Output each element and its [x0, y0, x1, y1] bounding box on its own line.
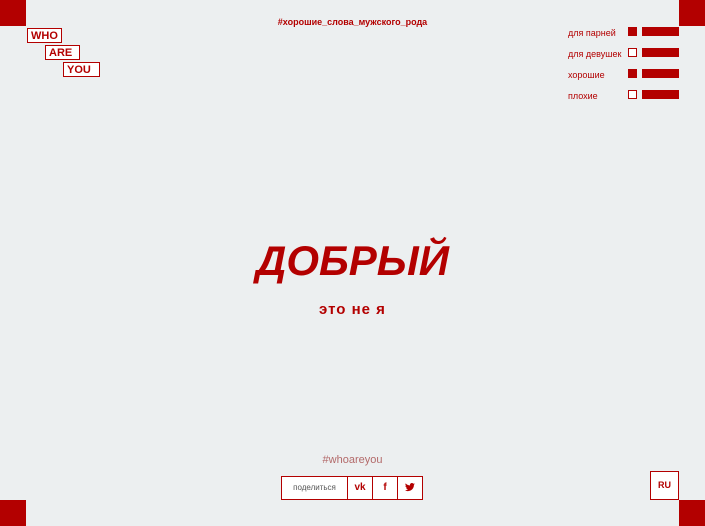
- filter-good[interactable]: хорошие: [568, 68, 679, 89]
- twitter-icon: [405, 482, 415, 493]
- facebook-share-button[interactable]: f: [373, 476, 398, 500]
- filter-label: плохие: [568, 91, 598, 101]
- filter-for-guys[interactable]: для парней: [568, 26, 679, 47]
- filter-bar: [642, 48, 679, 57]
- logo-word-you: YOU: [63, 62, 100, 77]
- logo-word-who: WHO: [27, 28, 62, 43]
- filter-checkbox[interactable]: [628, 27, 637, 36]
- filter-checkbox[interactable]: [628, 48, 637, 57]
- filter-label: для девушек: [568, 49, 622, 59]
- logo-word-are: ARE: [45, 45, 80, 60]
- filter-checkbox[interactable]: [628, 69, 637, 78]
- language-button[interactable]: RU: [650, 471, 679, 500]
- filter-checkbox[interactable]: [628, 90, 637, 99]
- corner-decoration-bottom-left: [0, 500, 26, 526]
- corner-decoration-bottom-right: [679, 500, 705, 526]
- vk-share-button[interactable]: vk: [348, 476, 373, 500]
- share-bar: поделиться vk f: [281, 476, 424, 500]
- facebook-icon: f: [383, 482, 387, 493]
- footer-hashtag: #whoareyou: [322, 454, 383, 466]
- filter-label: для парней: [568, 28, 616, 38]
- main-word[interactable]: ДОБРЫЙ: [0, 237, 705, 285]
- share-label: поделиться: [281, 476, 348, 500]
- twitter-share-button[interactable]: [398, 476, 423, 500]
- filter-bar: [642, 27, 679, 36]
- vk-icon: vk: [354, 482, 366, 493]
- filter-bar: [642, 69, 679, 78]
- filter-bad[interactable]: плохие: [568, 89, 679, 110]
- filter-label: хорошие: [568, 70, 605, 80]
- filter-bar: [642, 90, 679, 99]
- not-me-link[interactable]: это не я: [0, 301, 705, 318]
- filter-panel: для парней для девушек хорошие плохие: [568, 26, 679, 110]
- filter-for-girls[interactable]: для девушек: [568, 47, 679, 68]
